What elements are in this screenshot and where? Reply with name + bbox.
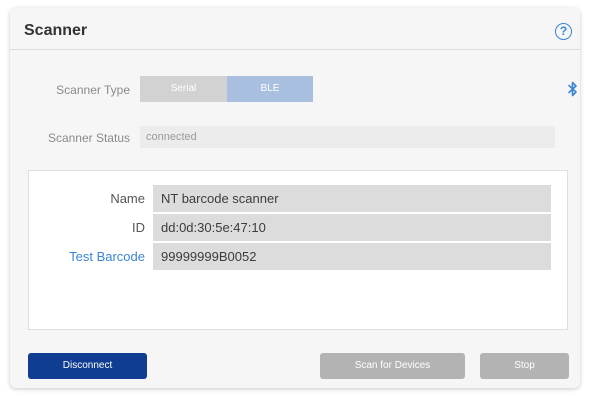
stop-button[interactable]: Stop	[480, 353, 569, 379]
test-barcode-value: 99999999B0052	[153, 243, 551, 270]
device-name-label: Name	[110, 191, 145, 206]
test-barcode-link[interactable]: Test Barcode	[35, 249, 145, 264]
scanner-status-label: Scanner Status	[47, 131, 130, 145]
device-info-panel: Name NT barcode scanner ID dd:0d:30:5e:4…	[28, 170, 568, 330]
scanner-type-serial-button[interactable]: Serial	[140, 76, 227, 102]
scanner-status-field: connected	[140, 126, 555, 148]
scanner-type-ble-button[interactable]: BLE	[227, 76, 313, 102]
device-name-value: NT barcode scanner	[153, 185, 551, 212]
bluetooth-icon	[568, 81, 577, 97]
device-id-value: dd:0d:30:5e:47:10	[153, 214, 551, 241]
scan-for-devices-button[interactable]: Scan for Devices	[320, 353, 465, 379]
scanner-type-label: Scanner Type	[56, 83, 130, 97]
disconnect-button[interactable]: Disconnect	[28, 353, 147, 379]
card-header: Scanner ?	[10, 8, 580, 50]
device-id-label: ID	[132, 220, 145, 235]
help-icon[interactable]: ?	[555, 23, 572, 40]
card-title: Scanner	[24, 22, 88, 39]
scanner-card: Scanner ? Scanner Type Serial BLE Scanne…	[10, 8, 580, 388]
